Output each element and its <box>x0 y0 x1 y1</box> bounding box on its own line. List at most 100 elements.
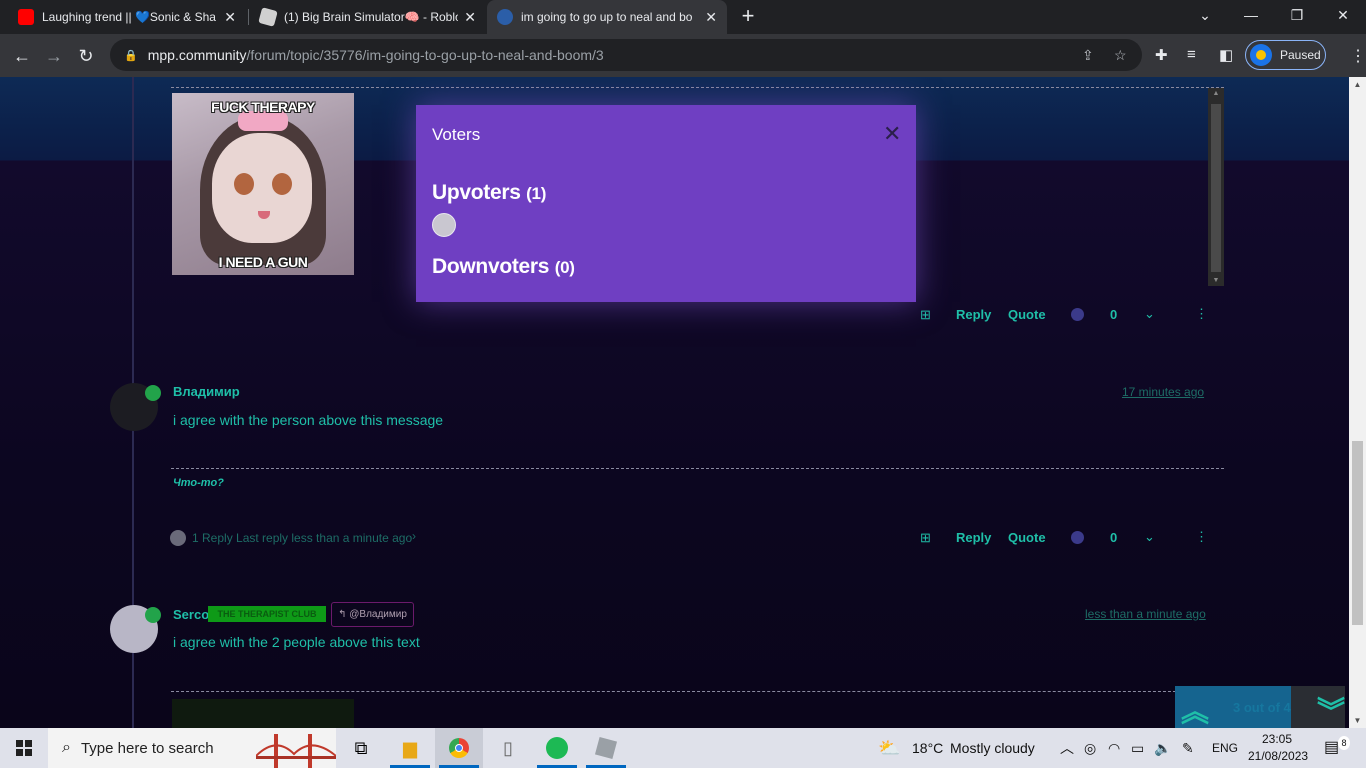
upvoters-heading: Upvoters (1) <box>432 181 546 205</box>
mouse-app-icon[interactable]: ▯ <box>484 728 532 768</box>
code-block-scrollbar[interactable]: ▲ ▼ <box>1208 88 1224 286</box>
profile-avatar-icon <box>1250 44 1272 66</box>
notifications-count: 8 <box>1338 736 1350 750</box>
upvoters-label: Upvoters <box>432 181 521 204</box>
reload-icon[interactable]: ↻ <box>72 42 100 70</box>
bridge-search-highlight-icon <box>256 734 336 768</box>
clock[interactable]: 23:05 21/08/2023 <box>1248 731 1308 765</box>
pagination-label[interactable]: 3 out of 4 <box>1233 700 1291 715</box>
close-window-button[interactable]: ✕ <box>1320 0 1366 30</box>
upvote-icon[interactable] <box>1071 531 1084 544</box>
post-image[interactable] <box>172 699 354 728</box>
post-divider <box>171 691 1181 692</box>
clock-time: 23:05 <box>1261 732 1293 746</box>
tab-roblox[interactable]: (1) Big Brain Simulator🧠 - Roblo ✕ <box>250 0 486 34</box>
post-divider <box>171 87 1224 88</box>
media-queue-icon[interactable]: ≡ <box>1187 46 1196 63</box>
double-chevron-down-icon[interactable]: ︾ <box>1317 690 1345 728</box>
downvote-chevron-icon[interactable]: ⌄ <box>1144 306 1155 322</box>
page-scrollbar[interactable]: ▲ ▼ <box>1349 77 1366 728</box>
tab-youtube[interactable]: Laughing trend || 💙Sonic & Sha ✕ <box>8 0 246 34</box>
pen-icon[interactable]: ✎ <box>1182 728 1194 768</box>
youtube-icon <box>18 9 34 25</box>
tab-search-chevron-icon[interactable]: ⌄ <box>1182 0 1228 30</box>
reply-to-label: @Владимир <box>349 609 407 620</box>
windows-start-icon[interactable] <box>16 740 32 756</box>
language-indicator[interactable]: ENG <box>1212 728 1238 768</box>
bookmark-post-icon[interactable]: ⊞ <box>920 307 931 323</box>
profile-button[interactable]: Paused <box>1245 40 1326 70</box>
chrome-icon[interactable] <box>435 728 483 768</box>
group-badge-label: THE THERAPIST CLUB <box>217 609 317 619</box>
notifications-icon[interactable]: ▤ <box>1324 728 1339 768</box>
double-chevron-up-icon[interactable]: ︽ <box>1181 690 1209 728</box>
online-status-icon <box>145 385 161 401</box>
post-tools-icon[interactable]: ⋮ <box>1195 529 1208 545</box>
close-tab-icon[interactable]: ✕ <box>224 9 236 26</box>
browser-toolbar: ← → ↻ 🔒 mpp.community /forum/topic/35776… <box>0 34 1366 77</box>
downvoters-heading: Downvoters (0) <box>432 255 575 279</box>
spotify-icon[interactable] <box>533 728 581 768</box>
minimize-button[interactable]: — <box>1228 0 1274 30</box>
close-icon[interactable]: ✕ <box>883 121 901 147</box>
post-username[interactable]: Владимир <box>173 384 240 399</box>
tab-strip: Laughing trend || 💙Sonic & Sha ✕ (1) Big… <box>0 0 1366 34</box>
tab-title: Laughing trend || 💙Sonic & Sha <box>42 10 216 24</box>
vote-count[interactable]: 0 <box>1110 530 1117 545</box>
downvoters-count: (0) <box>554 258 575 277</box>
downvoters-label: Downvoters <box>432 255 550 278</box>
reply-avatar <box>170 530 186 546</box>
file-explorer-icon[interactable]: ▆ <box>386 728 434 768</box>
weather-temp[interactable]: 18°C <box>912 728 943 768</box>
volume-icon[interactable]: 🔈 <box>1154 728 1171 768</box>
post-timestamp[interactable]: less than a minute ago <box>1085 607 1206 621</box>
reply-to-link[interactable]: ↰ @Владимир <box>331 602 414 627</box>
close-tab-icon[interactable]: ✕ <box>464 9 476 26</box>
search-placeholder: Type here to search <box>80 739 214 757</box>
lock-icon[interactable]: 🔒 <box>124 49 138 62</box>
close-tab-icon[interactable]: ✕ <box>705 9 717 26</box>
back-icon[interactable]: ← <box>8 42 36 70</box>
replies-summary[interactable]: 1 Reply Last reply less than a minute ag… <box>192 531 412 545</box>
share-icon[interactable]: ⇪ <box>1082 47 1094 64</box>
bookmark-star-icon[interactable]: ☆ <box>1114 47 1127 64</box>
voter-avatar[interactable] <box>432 213 456 237</box>
extensions-puzzle-icon[interactable]: ✚ <box>1155 46 1168 64</box>
post-username[interactable]: Serco <box>173 607 209 622</box>
post-timestamp[interactable]: 17 minutes ago <box>1122 385 1204 399</box>
tray-overflow-icon[interactable]: ︿ <box>1060 728 1074 768</box>
weather-desc[interactable]: Mostly cloudy <box>950 728 1035 768</box>
url-path: /forum/topic/35776/im-going-to-go-up-to-… <box>246 47 604 63</box>
reply-button[interactable]: Reply <box>956 530 991 545</box>
new-tab-button[interactable]: + <box>736 4 760 28</box>
url-host: mpp.community <box>147 47 247 63</box>
task-view-icon[interactable]: ⧉ <box>337 728 385 768</box>
post-signature: Что-то? <box>173 477 224 489</box>
vote-count[interactable]: 0 <box>1110 307 1117 322</box>
upvote-icon[interactable] <box>1071 308 1084 321</box>
wifi-icon[interactable]: ◠ <box>1108 728 1120 768</box>
group-badge[interactable]: THE THERAPIST CLUB <box>208 606 326 622</box>
post-tools-icon[interactable]: ⋮ <box>1195 306 1208 322</box>
quote-button[interactable]: Quote <box>1008 307 1046 322</box>
bookmark-post-icon[interactable]: ⊞ <box>920 530 931 546</box>
battery-icon[interactable]: ▭ <box>1131 728 1144 768</box>
forward-icon[interactable]: → <box>40 42 68 70</box>
voters-modal: Voters ✕ Upvoters (1) Downvoters (0) <box>416 105 916 302</box>
forum-page: FUCK THERAPY I NEED A GUN ▲ ▼ ⊞ Reply Qu… <box>0 77 1366 728</box>
restore-button[interactable]: ❐ <box>1274 0 1320 30</box>
profile-label: Paused <box>1280 48 1321 62</box>
post-image[interactable]: FUCK THERAPY I NEED A GUN <box>172 93 354 275</box>
downvote-chevron-icon[interactable]: ⌄ <box>1144 529 1155 545</box>
quote-button[interactable]: Quote <box>1008 530 1046 545</box>
side-panel-icon[interactable]: ◧ <box>1219 46 1233 64</box>
reply-button[interactable]: Reply <box>956 307 991 322</box>
weather-icon[interactable]: ⛅ <box>878 728 900 768</box>
reply-arrow-icon: ↰ <box>338 609 350 620</box>
camera-icon[interactable]: ◎ <box>1084 728 1096 768</box>
chevron-right-icon[interactable]: › <box>412 529 416 543</box>
address-bar[interactable]: 🔒 mpp.community /forum/topic/35776/im-go… <box>110 39 1142 71</box>
roblox-taskbar-icon[interactable] <box>582 728 630 768</box>
tab-mpp-forum[interactable]: im going to go up to neal and bo ✕ <box>487 0 727 34</box>
browser-menu-icon[interactable]: ⋮ <box>1350 46 1366 66</box>
